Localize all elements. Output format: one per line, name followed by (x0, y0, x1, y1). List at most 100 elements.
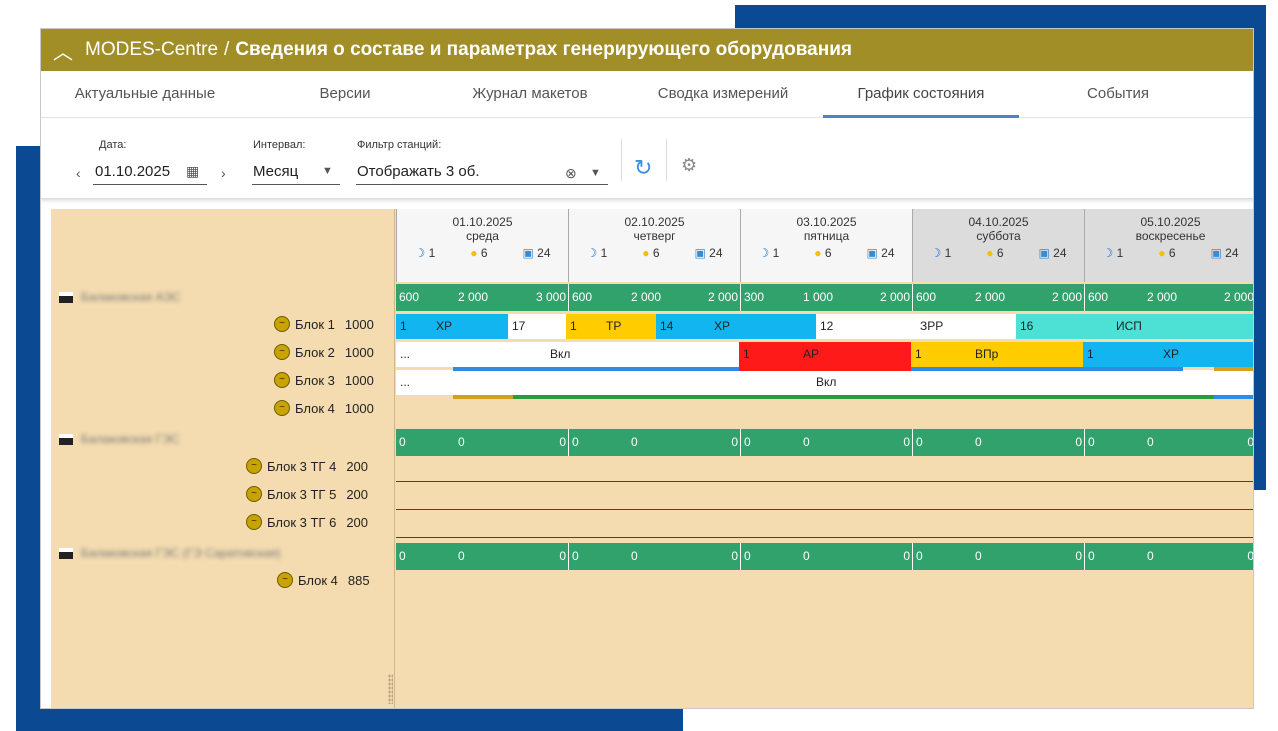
time-slot: ☽ 1 (414, 246, 435, 260)
day-time-icons: ☽ 1 ● 6 ▣ 24 (397, 246, 568, 260)
segment-code: ВПр (975, 347, 999, 361)
summary-value: 2 000 (458, 290, 489, 304)
summary-value: 0 (744, 435, 751, 449)
tab-status-graph[interactable]: График состояния (823, 71, 1019, 118)
summary-value: 1 000 (803, 290, 834, 304)
station-row[interactable]: Балаковская АЭС (59, 287, 181, 307)
unit-row[interactable]: ~ Блок 1 1000 (274, 313, 374, 335)
segment-count: 17 (512, 319, 526, 333)
collapse-square-icon[interactable] (59, 547, 73, 559)
unit-row[interactable]: ~ Блок 4 885 (277, 569, 370, 591)
station-name: Балаковская АЭС (81, 290, 181, 304)
summary-value: 0 (572, 435, 579, 449)
prev-date-icon[interactable]: ‹ (76, 165, 81, 181)
summary-value: 2 000 (1223, 290, 1254, 304)
refresh-icon[interactable]: ↻ (634, 155, 652, 181)
segment-code: ТР (606, 319, 622, 333)
generator-icon: ~ (246, 514, 262, 530)
row-divider (396, 537, 1253, 538)
status-segment[interactable]: 1 ХР (1083, 342, 1253, 367)
summary-value: 3 000 (535, 290, 566, 304)
tab-actual[interactable]: Актуальные данные (65, 71, 225, 117)
summary-day-cell: 0 0 0 (1084, 429, 1254, 456)
unit-row[interactable]: ~ Блок 3 ТГ 5 200 (246, 483, 368, 505)
page-title: Сведения о составе и параметрах генериру… (235, 39, 852, 60)
generator-icon: ~ (274, 344, 290, 360)
time-slot: ● 6 (814, 246, 831, 260)
unit-row[interactable]: ~ Блок 4 1000 (274, 397, 374, 419)
day-time-icons: ☽ 1 ● 6 ▣ 24 (569, 246, 740, 260)
station-row[interactable]: Балаковская ГЭС (59, 429, 179, 449)
sun-icon: ● (814, 246, 825, 260)
time-slot-hour: 6 (480, 246, 488, 260)
time-slot-hour: 24 (709, 246, 723, 260)
status-segment[interactable]: 1 ВПр (911, 342, 1083, 367)
summary-value: 0 (1247, 435, 1254, 449)
day-weekday: пятница (803, 229, 850, 243)
tab-journal[interactable]: Журнал макетов (455, 71, 605, 117)
day-icon: ▣ (1210, 246, 1226, 260)
time-slot: ▣ 24 (866, 246, 894, 260)
calendar-icon[interactable]: ▦ (186, 163, 199, 180)
settings-gear-icon[interactable]: ⚙ (681, 155, 697, 176)
station-filter-select[interactable]: Отображать 3 об. (357, 163, 480, 180)
status-segment[interactable]: 17 (508, 314, 566, 339)
interval-dropdown-icon[interactable]: ▼ (322, 165, 333, 177)
next-date-icon[interactable]: › (221, 165, 226, 181)
generator-icon: ~ (246, 486, 262, 502)
date-input[interactable]: 01.10.2025 (95, 163, 170, 180)
sun-icon: ● (1158, 246, 1169, 260)
pane-resize-handle[interactable] (388, 674, 393, 704)
day-icon: ▣ (1038, 246, 1054, 260)
interval-select[interactable]: Месяц (253, 163, 298, 180)
status-segment[interactable]: 1 ТР (566, 314, 656, 339)
summary-value: 0 (903, 435, 910, 449)
segment-code: ХР (714, 319, 731, 333)
collapse-square-icon[interactable] (59, 433, 73, 445)
status-segment[interactable]: 12 ЗРР (816, 314, 1016, 339)
segment-count: 16 (1020, 319, 1034, 333)
segment-code: ИСП (1116, 319, 1142, 333)
status-segment[interactable]: ... Вкл (396, 342, 739, 367)
toolbar-divider (666, 139, 667, 181)
summary-value: 0 (399, 549, 406, 563)
segment-count: 1 (1087, 347, 1094, 361)
status-segment[interactable]: 1 ХР (396, 314, 508, 339)
summary-value: 0 (803, 435, 810, 449)
time-slot: ☽ 1 (930, 246, 951, 260)
day-date: 05.10.2025 (1140, 215, 1201, 229)
unit-row[interactable]: ~ Блок 3 ТГ 4 200 (246, 455, 368, 477)
summary-day-cell: 600 2 000 2 000 (1084, 284, 1254, 311)
day-header: 01.10.2025 среда ☽ 1 ● 6 ▣ 24 (396, 209, 568, 282)
station-row[interactable]: Балаковская ГЭС (ГЭ Саратовская) (59, 543, 281, 563)
day-icon: ▣ (522, 246, 538, 260)
tab-events[interactable]: События (1063, 71, 1173, 117)
toolbar-divider (621, 139, 622, 181)
collapse-square-icon[interactable] (59, 291, 73, 303)
status-segment[interactable]: ... Вкл (396, 370, 1253, 395)
time-slot: ● 6 (470, 246, 487, 260)
filter-dropdown-icon[interactable]: ▼ (590, 167, 601, 179)
unit-row[interactable]: ~ Блок 3 ТГ 6 200 (246, 511, 368, 533)
summary-day-cell: 0 0 0 (396, 429, 568, 456)
status-segment[interactable]: 16 ИСП (1016, 314, 1253, 339)
sun-icon: ● (470, 246, 481, 260)
status-segment[interactable]: 14 ХР (656, 314, 816, 339)
toolbar: Дата: ‹ 01.10.2025 ▦ › Интервал: Месяц ▼… (41, 119, 1253, 199)
tab-measurements[interactable]: Сводка измерений (643, 71, 803, 117)
clear-filter-icon[interactable]: ⊗ (565, 165, 577, 182)
day-icon: ▣ (694, 246, 710, 260)
unit-name: Блок 3 ТГ 5 (267, 486, 337, 502)
collapse-chevron-icon[interactable]: ︿ (53, 36, 85, 65)
tab-versions[interactable]: Версии (305, 71, 385, 117)
summary-value: 600 (399, 290, 420, 304)
summary-value: 0 (903, 549, 910, 563)
unit-row[interactable]: ~ Блок 2 1000 (274, 341, 374, 363)
summary-value: 0 (1147, 435, 1154, 449)
summary-value: 0 (631, 549, 638, 563)
station-name: Балаковская ГЭС (ГЭ Саратовская) (81, 546, 281, 560)
unit-capacity: 200 (346, 514, 369, 530)
status-segment[interactable]: 1 АР (739, 342, 911, 367)
status-indicator-line (1214, 367, 1253, 371)
unit-row[interactable]: ~ Блок 3 1000 (274, 369, 374, 391)
